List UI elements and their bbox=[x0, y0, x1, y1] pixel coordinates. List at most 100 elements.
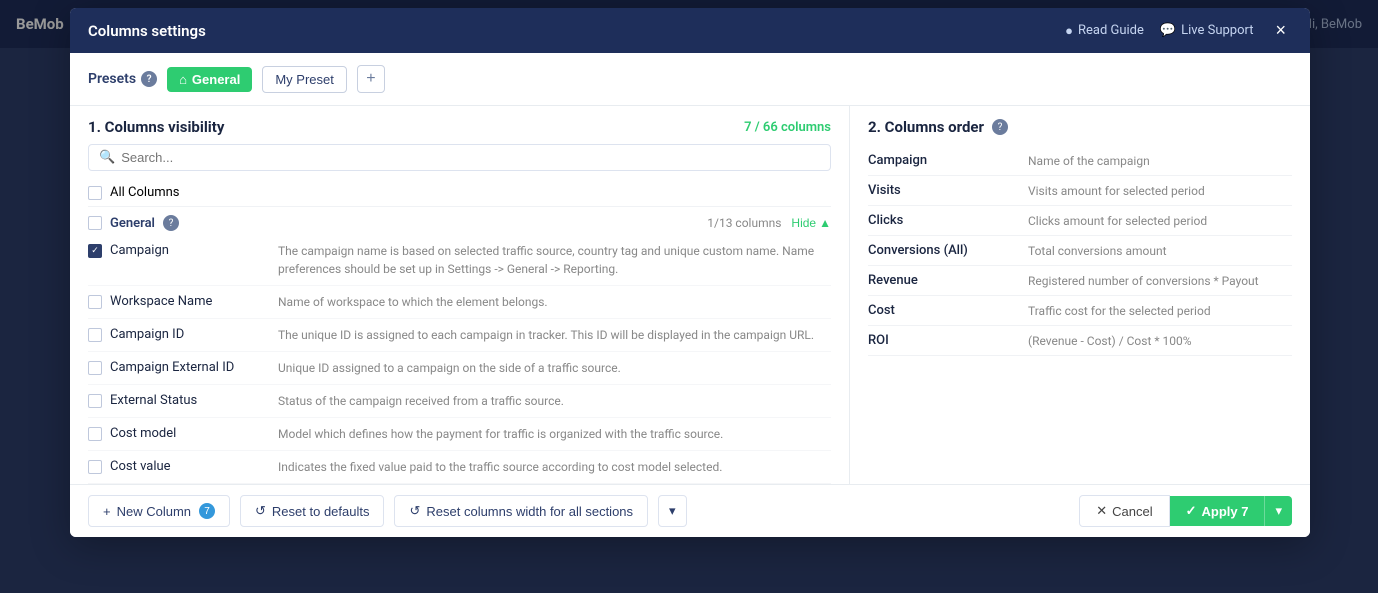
list-item: Visits Visits amount for selected period bbox=[868, 176, 1292, 206]
col-name: Workspace Name bbox=[110, 294, 212, 309]
general-group-checkbox[interactable] bbox=[88, 216, 102, 230]
left-panel-header: 1. Columns visibility 7 / 66 columns bbox=[70, 106, 849, 144]
col-desc: The campaign name is based on selected t… bbox=[278, 242, 831, 278]
footer-dropdown-button[interactable]: ▾ bbox=[658, 495, 687, 527]
col-item-left: Cost value bbox=[88, 458, 268, 474]
list-item: ROI (Revenue - Cost) / Cost * 100% bbox=[868, 326, 1292, 356]
reset-icon: ↺ bbox=[255, 503, 266, 519]
preset-general-button[interactable]: ⌂ General bbox=[167, 67, 252, 92]
campaign-checkbox[interactable] bbox=[88, 244, 102, 258]
presets-help-icon[interactable]: ? bbox=[141, 71, 157, 87]
col-item-left: Workspace Name bbox=[88, 293, 268, 309]
order-name: Clicks bbox=[868, 213, 1028, 228]
home-icon: ⌂ bbox=[179, 72, 187, 87]
chevron-down-icon: ▾ bbox=[669, 503, 676, 519]
table-row: Cost value Indicates the fixed value pai… bbox=[88, 451, 831, 484]
section1-title: 1. Columns visibility bbox=[88, 118, 224, 136]
apply-button[interactable]: ✓ Apply 7 bbox=[1170, 496, 1265, 526]
reset-defaults-button[interactable]: ↺ Reset to defaults bbox=[240, 495, 384, 527]
group-row-left: General ? bbox=[88, 215, 179, 231]
right-panel-header: 2. Columns order ? bbox=[868, 118, 1292, 136]
order-desc: Visits amount for selected period bbox=[1028, 184, 1292, 198]
modal-header-actions: ● Read Guide 💬 Live Support × bbox=[1065, 18, 1292, 43]
order-desc: (Revenue - Cost) / Cost * 100% bbox=[1028, 334, 1292, 348]
col-item-left: Cost model bbox=[88, 425, 268, 441]
chevron-down-icon-apply: ▾ bbox=[1275, 503, 1282, 518]
col-item-left: External Status bbox=[88, 392, 268, 408]
search-input[interactable] bbox=[121, 150, 820, 165]
book-icon-modal: ● bbox=[1065, 23, 1073, 39]
order-desc: Registered number of conversions * Payou… bbox=[1028, 274, 1292, 288]
chevron-up-icon: ▲ bbox=[819, 216, 831, 230]
order-name: Revenue bbox=[868, 273, 1028, 288]
order-name: Cost bbox=[868, 303, 1028, 318]
search-bar: 🔍 bbox=[70, 144, 849, 179]
general-group-name: General bbox=[110, 216, 155, 231]
external-status-checkbox[interactable] bbox=[88, 394, 102, 408]
col-desc: Status of the campaign received from a t… bbox=[278, 392, 831, 410]
modal-close-button[interactable]: × bbox=[1269, 18, 1292, 43]
col-item-left: Campaign External ID bbox=[88, 359, 268, 375]
check-icon: ✓ bbox=[1186, 503, 1197, 519]
order-desc: Total conversions amount bbox=[1028, 244, 1292, 258]
table-row: Campaign ID The unique ID is assigned to… bbox=[88, 319, 831, 352]
chat-icon-modal: 💬 bbox=[1160, 23, 1176, 38]
table-row: Workspace Name Name of workspace to whic… bbox=[88, 286, 831, 319]
all-columns-checkbox[interactable] bbox=[88, 186, 102, 200]
list-item: Cost Traffic cost for the selected perio… bbox=[868, 296, 1292, 326]
cost-value-checkbox[interactable] bbox=[88, 460, 102, 474]
modal-body: 1. Columns visibility 7 / 66 columns 🔍 bbox=[70, 106, 1310, 484]
footer-right: ✕ Cancel ✓ Apply 7 ▾ bbox=[1079, 495, 1292, 527]
table-row: Cost model Model which defines how the p… bbox=[88, 418, 831, 451]
col-desc: Indicates the fixed value paid to the tr… bbox=[278, 458, 831, 476]
campaign-external-id-checkbox[interactable] bbox=[88, 361, 102, 375]
table-row: External Status Status of the campaign r… bbox=[88, 385, 831, 418]
order-desc: Name of the campaign bbox=[1028, 154, 1292, 168]
order-name: Conversions (All) bbox=[868, 243, 1028, 258]
preset-my-button[interactable]: My Preset bbox=[262, 66, 347, 93]
workspace-name-checkbox[interactable] bbox=[88, 295, 102, 309]
campaign-id-checkbox[interactable] bbox=[88, 328, 102, 342]
group-hide-button[interactable]: Hide ▲ bbox=[791, 216, 831, 230]
cancel-button[interactable]: ✕ Cancel bbox=[1079, 495, 1169, 527]
modal-overlay: Columns settings ● Read Guide 💬 Live Sup… bbox=[0, 0, 1378, 593]
presets-bar: Presets ? ⌂ General My Preset + bbox=[70, 53, 1310, 106]
col-name: Campaign External ID bbox=[110, 360, 234, 375]
list-item: Clicks Clicks amount for selected period bbox=[868, 206, 1292, 236]
col-desc: The unique ID is assigned to each campai… bbox=[278, 326, 831, 344]
search-icon: 🔍 bbox=[99, 150, 115, 165]
group-count-hide: 1/13 columns Hide ▲ bbox=[707, 216, 831, 230]
order-name: Visits bbox=[868, 183, 1028, 198]
col-desc: Model which defines how the payment for … bbox=[278, 425, 831, 443]
footer-left: + New Column 7 ↺ Reset to defaults ↺ Res… bbox=[88, 495, 687, 527]
order-name: Campaign bbox=[868, 153, 1028, 168]
new-column-button[interactable]: + New Column 7 bbox=[88, 495, 230, 527]
cost-model-checkbox[interactable] bbox=[88, 427, 102, 441]
table-row: Campaign External ID Unique ID assigned … bbox=[88, 352, 831, 385]
plus-icon: + bbox=[103, 504, 111, 519]
apply-dropdown-button[interactable]: ▾ bbox=[1264, 496, 1292, 526]
reset-width-button[interactable]: ↺ Reset columns width for all sections bbox=[394, 495, 648, 527]
read-guide-modal-link[interactable]: ● Read Guide bbox=[1065, 23, 1144, 39]
live-support-modal-link[interactable]: 💬 Live Support bbox=[1160, 23, 1254, 38]
general-group-help-icon[interactable]: ? bbox=[163, 215, 179, 231]
modal-footer: + New Column 7 ↺ Reset to defaults ↺ Res… bbox=[70, 484, 1310, 537]
modal-title: Columns settings bbox=[88, 22, 206, 40]
columns-list: All Columns General ? 1/13 columns bbox=[70, 179, 849, 484]
col-desc: Unique ID assigned to a campaign on the … bbox=[278, 359, 831, 377]
preset-add-button[interactable]: + bbox=[357, 65, 385, 93]
all-columns-label: All Columns bbox=[110, 185, 180, 200]
new-column-badge: 7 bbox=[199, 503, 215, 519]
order-name: ROI bbox=[868, 333, 1028, 348]
order-table: Campaign Name of the campaign Visits Vis… bbox=[868, 146, 1292, 356]
col-desc: Name of workspace to which the element b… bbox=[278, 293, 831, 311]
columns-settings-modal: Columns settings ● Read Guide 💬 Live Sup… bbox=[70, 8, 1310, 537]
section2-help-icon[interactable]: ? bbox=[992, 119, 1008, 135]
col-name: Campaign bbox=[110, 243, 169, 258]
general-group-row: General ? 1/13 columns Hide ▲ bbox=[88, 207, 831, 235]
table-row: Campaign The campaign name is based on s… bbox=[88, 235, 831, 286]
list-item: Campaign Name of the campaign bbox=[868, 146, 1292, 176]
all-columns-row: All Columns bbox=[88, 179, 831, 207]
columns-order-panel: 2. Columns order ? Campaign Name of the … bbox=[850, 106, 1310, 484]
col-name: Cost model bbox=[110, 426, 176, 441]
